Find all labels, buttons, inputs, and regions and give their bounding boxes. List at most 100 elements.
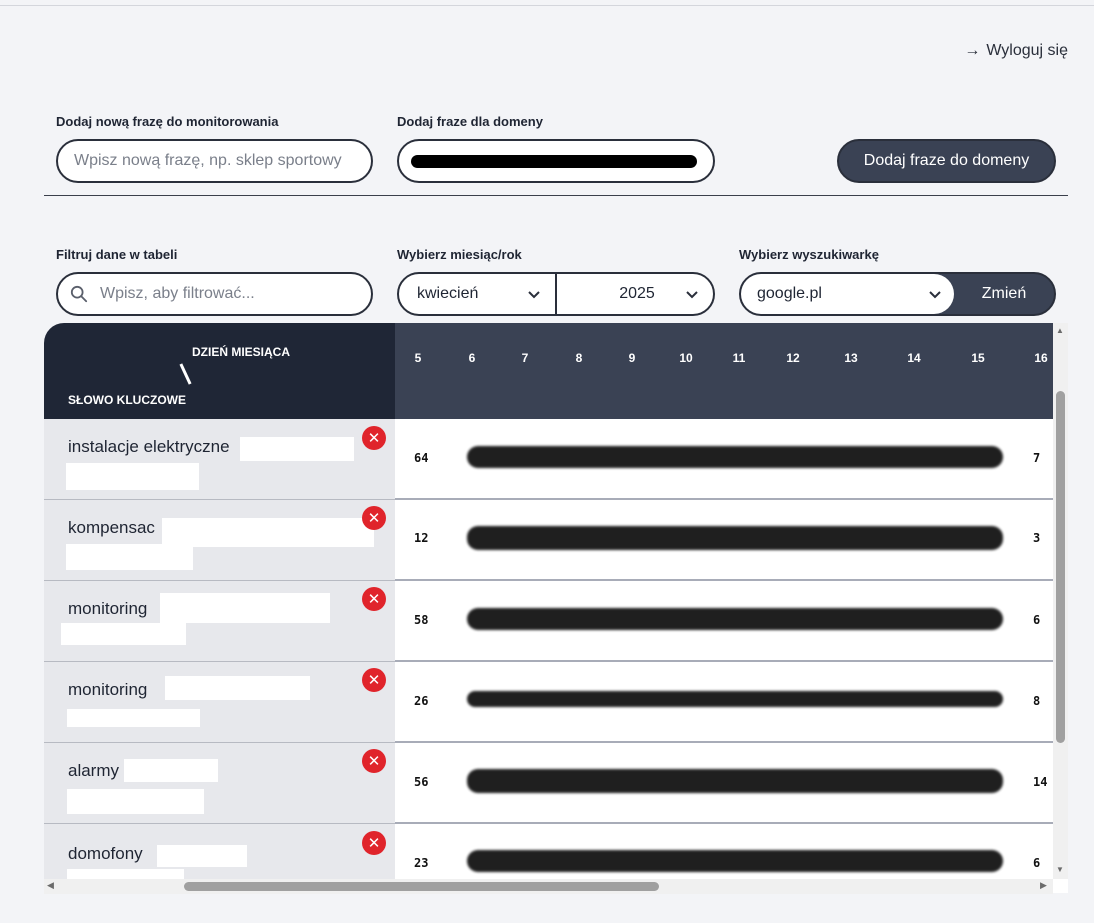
redacted-values [467, 691, 1003, 707]
redacted-block [66, 463, 199, 490]
keyword-header: SŁOWO KLUCZOWE [68, 393, 186, 407]
day-header: 11 [732, 351, 746, 365]
close-icon: ✕ [367, 590, 381, 608]
filter-label: Filtruj dane w tabeli [56, 247, 178, 262]
chevron-down-icon [686, 291, 698, 299]
day-header: 5 [414, 351, 422, 365]
first-day-value: 23 [414, 856, 429, 870]
horizontal-scroll-thumb[interactable] [184, 882, 659, 891]
engine-group: google.pl Zmień [739, 272, 1056, 316]
last-day-value: 6 [1033, 613, 1041, 627]
domain-input[interactable] [397, 139, 715, 183]
close-icon: ✕ [367, 752, 381, 770]
vertical-scroll-thumb[interactable] [1056, 391, 1065, 743]
engine-label: Wybierz wyszukiwarkę [739, 247, 879, 262]
day-header: 6 [468, 351, 476, 365]
day-header: 8 [575, 351, 583, 365]
day-header: 16 [1034, 351, 1048, 365]
vertical-scrollbar[interactable]: ▲ ▼ [1053, 323, 1068, 879]
add-phrase-button[interactable]: Dodaj fraze do domeny [837, 139, 1056, 183]
month-select[interactable]: kwiecień [399, 274, 555, 314]
table-row-keyword: monitoring ✕ [44, 662, 395, 743]
last-day-value: 14 [1033, 775, 1048, 789]
header-slash [179, 363, 192, 385]
keyword-text: domofony [68, 844, 143, 863]
day-header: 9 [628, 351, 636, 365]
redacted-block [61, 623, 186, 645]
delete-keyword-button[interactable]: ✕ [362, 506, 386, 530]
new-phrase-placeholder: Wpisz nową frazę, np. sklep sportowy [74, 152, 342, 169]
search-icon [70, 285, 88, 303]
first-day-value: 58 [414, 613, 429, 627]
table-row-keyword: alarmy ✕ [44, 743, 395, 824]
delete-keyword-button[interactable]: ✕ [362, 668, 386, 692]
section-divider [44, 195, 1068, 196]
change-engine-button[interactable]: Zmień [954, 274, 1054, 314]
domain-label: Dodaj fraze dla domeny [397, 114, 543, 129]
year-value: 2025 [619, 285, 655, 302]
last-day-value: 6 [1033, 856, 1041, 870]
redacted-values [467, 526, 1003, 550]
logout-link[interactable]: → Wyloguj się [964, 42, 1068, 60]
day-header: 15 [971, 351, 985, 365]
year-select[interactable]: 2025 [555, 274, 713, 314]
redacted-block [124, 759, 218, 782]
delete-keyword-button[interactable]: ✕ [362, 831, 386, 855]
arrow-right-icon: → [964, 42, 981, 59]
horizontal-scrollbar[interactable]: ◀ ▶ [44, 879, 1053, 894]
day-header: 13 [844, 351, 858, 365]
redacted-values [467, 446, 1003, 468]
table-row-values: 12 3 [395, 500, 1068, 581]
redacted-block [162, 518, 374, 547]
rankings-table: DZIEŃ MIESIĄCA SŁOWO KLUCZOWE 5 6 7 8 9 … [44, 323, 1068, 893]
table-row-values: 58 6 [395, 581, 1068, 662]
add-phrase-label: Dodaj nową frazę do monitorowania [56, 114, 279, 129]
last-day-value: 3 [1033, 531, 1041, 545]
keyword-text: monitoring [68, 599, 148, 618]
table-row-values: 56 14 [395, 743, 1068, 824]
delete-keyword-button[interactable]: ✕ [362, 587, 386, 611]
redacted-block [160, 593, 330, 623]
scroll-up-icon[interactable]: ▲ [1056, 326, 1064, 335]
first-day-value: 12 [414, 531, 429, 545]
new-phrase-input[interactable]: Wpisz nową frazę, np. sklep sportowy [56, 139, 373, 183]
last-day-value: 7 [1033, 451, 1041, 465]
keyword-text: instalacje elektryczne [68, 437, 230, 456]
month-value: kwiecień [417, 285, 479, 302]
table-row-values: 64 7 [395, 419, 1068, 500]
redacted-block [67, 709, 200, 727]
redacted-values [467, 608, 1003, 630]
scroll-down-icon[interactable]: ▼ [1056, 865, 1064, 874]
close-icon: ✕ [367, 834, 381, 852]
redacted-values [467, 769, 1003, 793]
first-day-value: 56 [414, 775, 429, 789]
table-header-corner: DZIEŃ MIESIĄCA SŁOWO KLUCZOWE [44, 323, 395, 419]
first-day-value: 64 [414, 451, 429, 465]
keyword-text: kompensac [68, 518, 155, 537]
engine-select[interactable]: google.pl [741, 274, 954, 314]
redacted-values [467, 850, 1003, 872]
last-day-value: 8 [1033, 694, 1041, 708]
table-row-values: 26 8 [395, 662, 1068, 743]
delete-keyword-button[interactable]: ✕ [362, 426, 386, 450]
month-year-select: kwiecień 2025 [397, 272, 715, 316]
filter-input[interactable]: Wpisz, aby filtrować... [56, 272, 373, 316]
close-icon: ✕ [367, 429, 381, 447]
delete-keyword-button[interactable]: ✕ [362, 749, 386, 773]
table-row-keyword: kompensac ✕ [44, 500, 395, 581]
keyword-text: monitoring [68, 680, 148, 699]
logout-label: Wyloguj się [986, 42, 1068, 59]
keyword-text: alarmy [68, 761, 120, 780]
scroll-right-icon[interactable]: ▶ [1040, 880, 1047, 891]
first-day-value: 26 [414, 694, 429, 708]
scroll-left-icon[interactable]: ◀ [47, 880, 54, 891]
chevron-down-icon [929, 291, 941, 299]
engine-value: google.pl [757, 285, 822, 302]
day-header: 7 [521, 351, 529, 365]
redacted-domain [411, 155, 697, 168]
days-header: 5 6 7 8 9 10 11 12 13 14 15 16 [395, 323, 1068, 419]
day-header: 14 [907, 351, 921, 365]
table-row-keyword: instalacje elektryczne ✕ [44, 419, 395, 500]
redacted-block [66, 544, 193, 570]
filter-placeholder: Wpisz, aby filtrować... [100, 285, 255, 302]
